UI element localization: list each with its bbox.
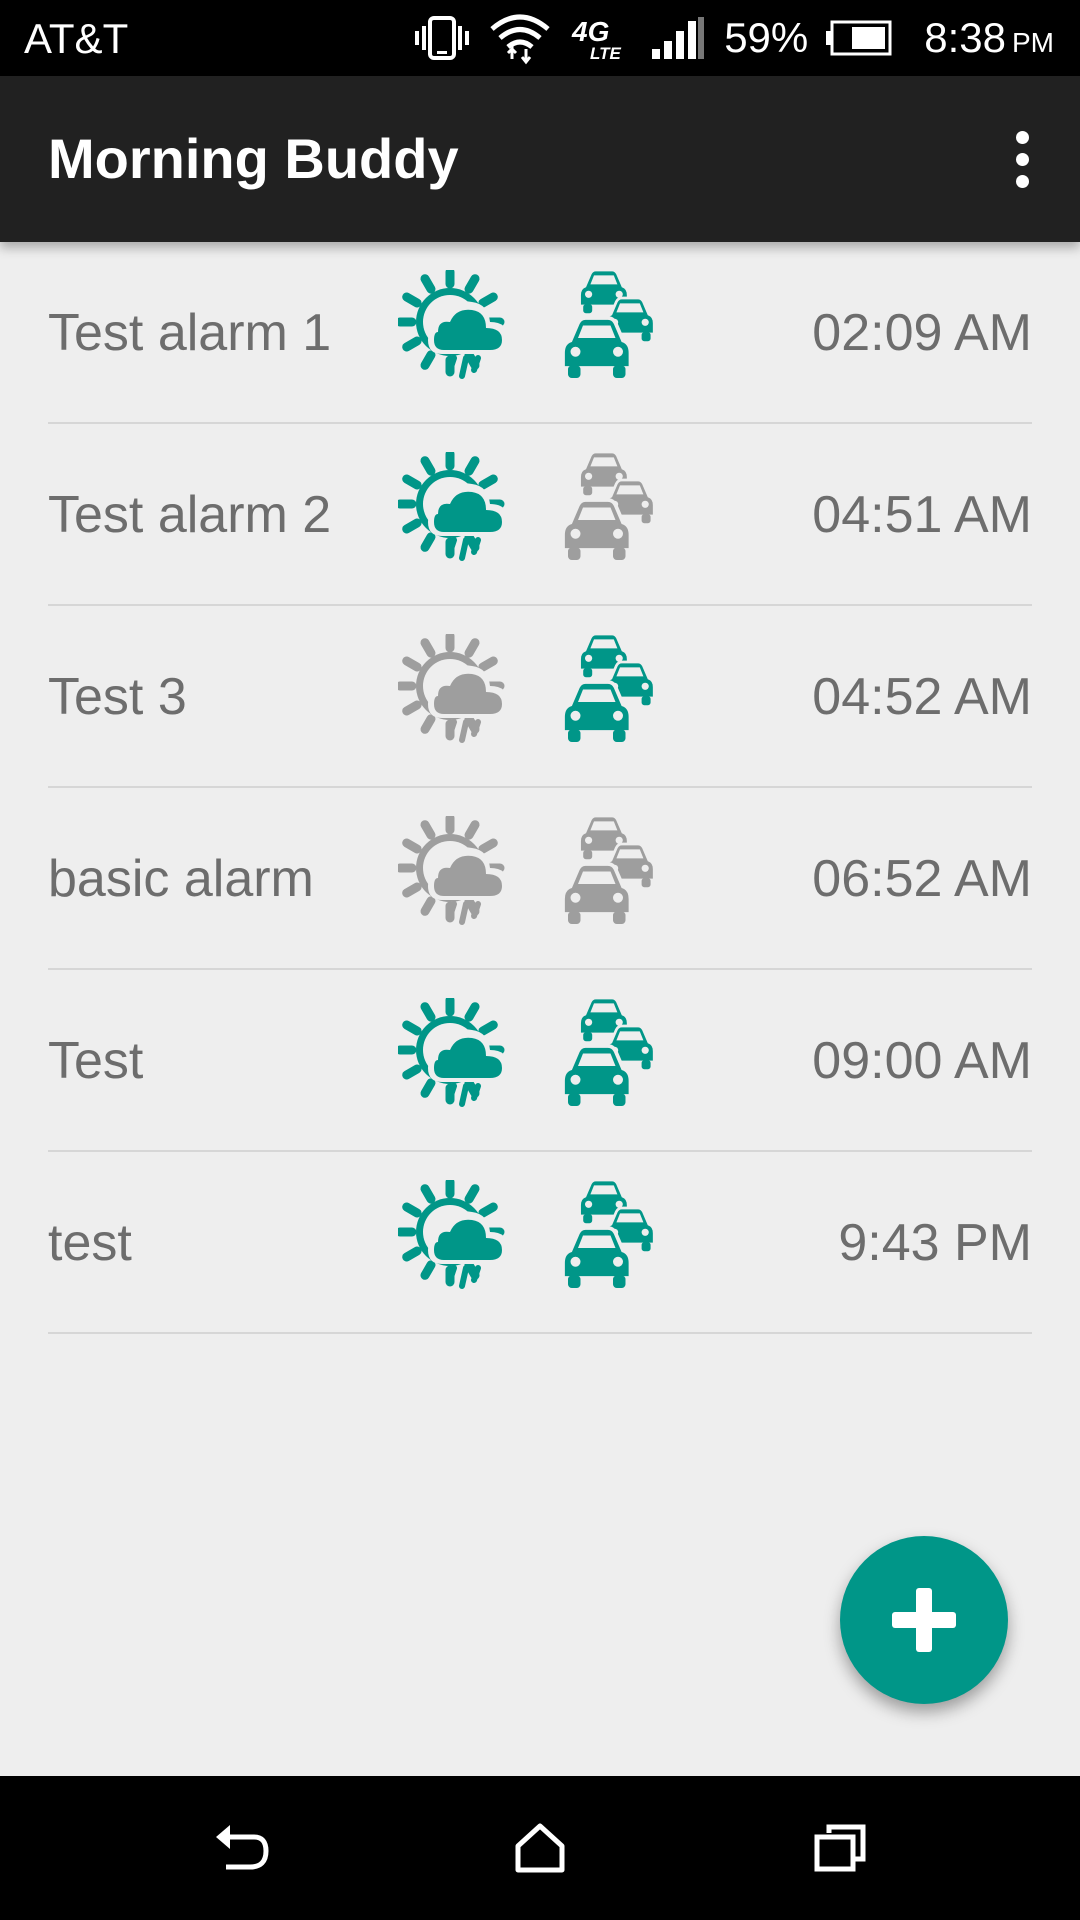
- back-icon: [210, 1821, 270, 1875]
- alarm-row[interactable]: basic alarm 06:52 AM: [0, 788, 1080, 970]
- svg-text:4G: 4G: [571, 16, 609, 47]
- clock-ampm: PM: [1012, 27, 1054, 58]
- menu-dot: [1015, 174, 1029, 188]
- traffic-icon[interactable]: [558, 816, 684, 942]
- status-bar: AT&T 4G LTE 59% 8:38 PM: [0, 0, 1080, 76]
- alarm-time: 04:52 AM: [812, 668, 1032, 726]
- traffic-icon[interactable]: [558, 452, 684, 578]
- alarm-name: test: [48, 1214, 132, 1272]
- svg-text:LTE: LTE: [590, 44, 622, 63]
- alarm-row[interactable]: Test 3 04:52 AM: [0, 606, 1080, 788]
- alarm-time: 06:52 AM: [812, 850, 1032, 908]
- battery-icon: [826, 20, 892, 56]
- signal-icon: [650, 15, 706, 61]
- alarm-row[interactable]: test 9:43 PM: [0, 1152, 1080, 1334]
- alarm-time: 9:43 PM: [838, 1214, 1032, 1272]
- status-icons: 4G LTE 59% 8:38 PM: [414, 0, 1054, 76]
- alarm-time: 09:00 AM: [812, 1032, 1032, 1090]
- alarm-name: Test alarm 2: [48, 486, 332, 544]
- weather-icon[interactable]: [398, 998, 526, 1124]
- recents-icon: [813, 1823, 867, 1873]
- traffic-icon[interactable]: [558, 270, 684, 396]
- back-button[interactable]: [190, 1806, 290, 1890]
- alarm-name: Test alarm 1: [48, 304, 332, 362]
- app-bar: Morning Buddy: [0, 76, 1080, 242]
- app-title: Morning Buddy: [48, 127, 459, 190]
- weather-icon[interactable]: [398, 634, 526, 760]
- menu-dot: [1015, 152, 1029, 166]
- alarm-name: basic alarm: [48, 850, 314, 908]
- carrier-label: AT&T: [24, 15, 129, 62]
- battery-percent: 59%: [724, 14, 809, 61]
- alarm-row[interactable]: Test alarm 1 02:09 AM: [0, 242, 1080, 424]
- weather-icon[interactable]: [398, 452, 526, 578]
- divider: [48, 1332, 1032, 1334]
- alarm-name: Test 3: [48, 668, 187, 726]
- wifi-icon: [488, 9, 552, 67]
- menu-dot: [1015, 130, 1029, 144]
- alarm-time: 04:51 AM: [812, 486, 1032, 544]
- alarm-list: Test alarm 1 02:09 AM Test alarm 2 04:51…: [0, 242, 1080, 1334]
- traffic-icon[interactable]: [558, 1180, 684, 1306]
- weather-icon[interactable]: [398, 816, 526, 942]
- alarm-row[interactable]: Test 09:00 AM: [0, 970, 1080, 1152]
- nav-bar: [0, 1776, 1080, 1920]
- lte-icon: 4G LTE: [570, 13, 632, 63]
- alarm-row[interactable]: Test alarm 2 04:51 AM: [0, 424, 1080, 606]
- alarm-name: Test: [48, 1032, 144, 1090]
- add-alarm-button[interactable]: [840, 1536, 1008, 1704]
- home-icon: [514, 1822, 566, 1874]
- traffic-icon[interactable]: [558, 998, 684, 1124]
- traffic-icon[interactable]: [558, 634, 684, 760]
- status-clock: 8:38 PM: [924, 14, 1054, 62]
- home-button[interactable]: [490, 1806, 590, 1890]
- alarm-time: 02:09 AM: [812, 304, 1032, 362]
- weather-icon[interactable]: [398, 1180, 526, 1306]
- add-icon-bar-v: [916, 1588, 932, 1652]
- vibrate-icon: [414, 14, 470, 62]
- recents-button[interactable]: [790, 1806, 890, 1890]
- clock-time: 8:38: [924, 14, 1006, 61]
- more-vert-icon[interactable]: [990, 119, 1054, 199]
- weather-icon[interactable]: [398, 270, 526, 396]
